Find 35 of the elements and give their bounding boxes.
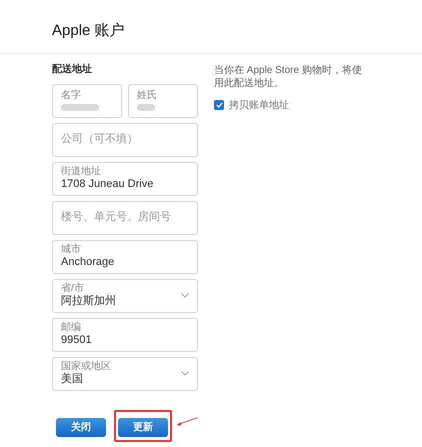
checkbox[interactable] [214,100,224,110]
input-field[interactable]: 城市 Anchorage [52,240,198,274]
input-field[interactable]: 邮编 99501 [52,318,198,352]
field-value: 美国 [61,374,84,385]
page-title: Apple 账户 [52,21,126,41]
chevron-down-icon [181,371,189,376]
input-field[interactable]: 姓氏 [128,84,198,118]
chevron-down-icon [181,293,189,298]
field-value: Anchorage [61,257,114,268]
select-field[interactable]: 国家或地区 美国 [52,356,198,390]
close-button[interactable]: 关闭 [56,418,106,436]
shipping-note: 当你在 Apple Store 购物时，将使用此配送地址。 [214,64,363,90]
field-label: 国家或地区 [61,362,111,372]
field-label: 姓氏 [137,90,158,100]
input-field[interactable]: 公司（可不填） [52,122,198,156]
section-label: 配送地址 [52,62,93,76]
field-value: 1708 Juneau Drive [61,179,154,190]
field-label: 街道地址 [61,167,102,177]
field-label: 城市 [61,245,82,255]
field-label: 名字 [61,90,82,100]
update-button[interactable]: 更新 [118,418,168,436]
blurred-value [137,104,155,110]
input-field[interactable]: 名字 [52,84,122,118]
checkbox-label: 拷贝账单地址 [229,98,289,112]
check-icon [216,102,222,108]
field-value: 99501 [61,335,92,346]
field-label: 省/市 [61,284,85,294]
field-placeholder: 楼号、单元号、房间号 [61,212,171,223]
field-label: 邮编 [61,323,82,333]
input-field[interactable]: 楼号、单元号、房间号 [52,200,198,234]
input-field[interactable]: 街道地址 1708 Juneau Drive [52,162,198,196]
blurred-value [61,104,99,110]
select-field[interactable]: 省/市 阿拉斯加州 [52,278,198,312]
field-value: 阿拉斯加州 [61,296,116,307]
field-placeholder: 公司（可不填） [61,134,138,145]
